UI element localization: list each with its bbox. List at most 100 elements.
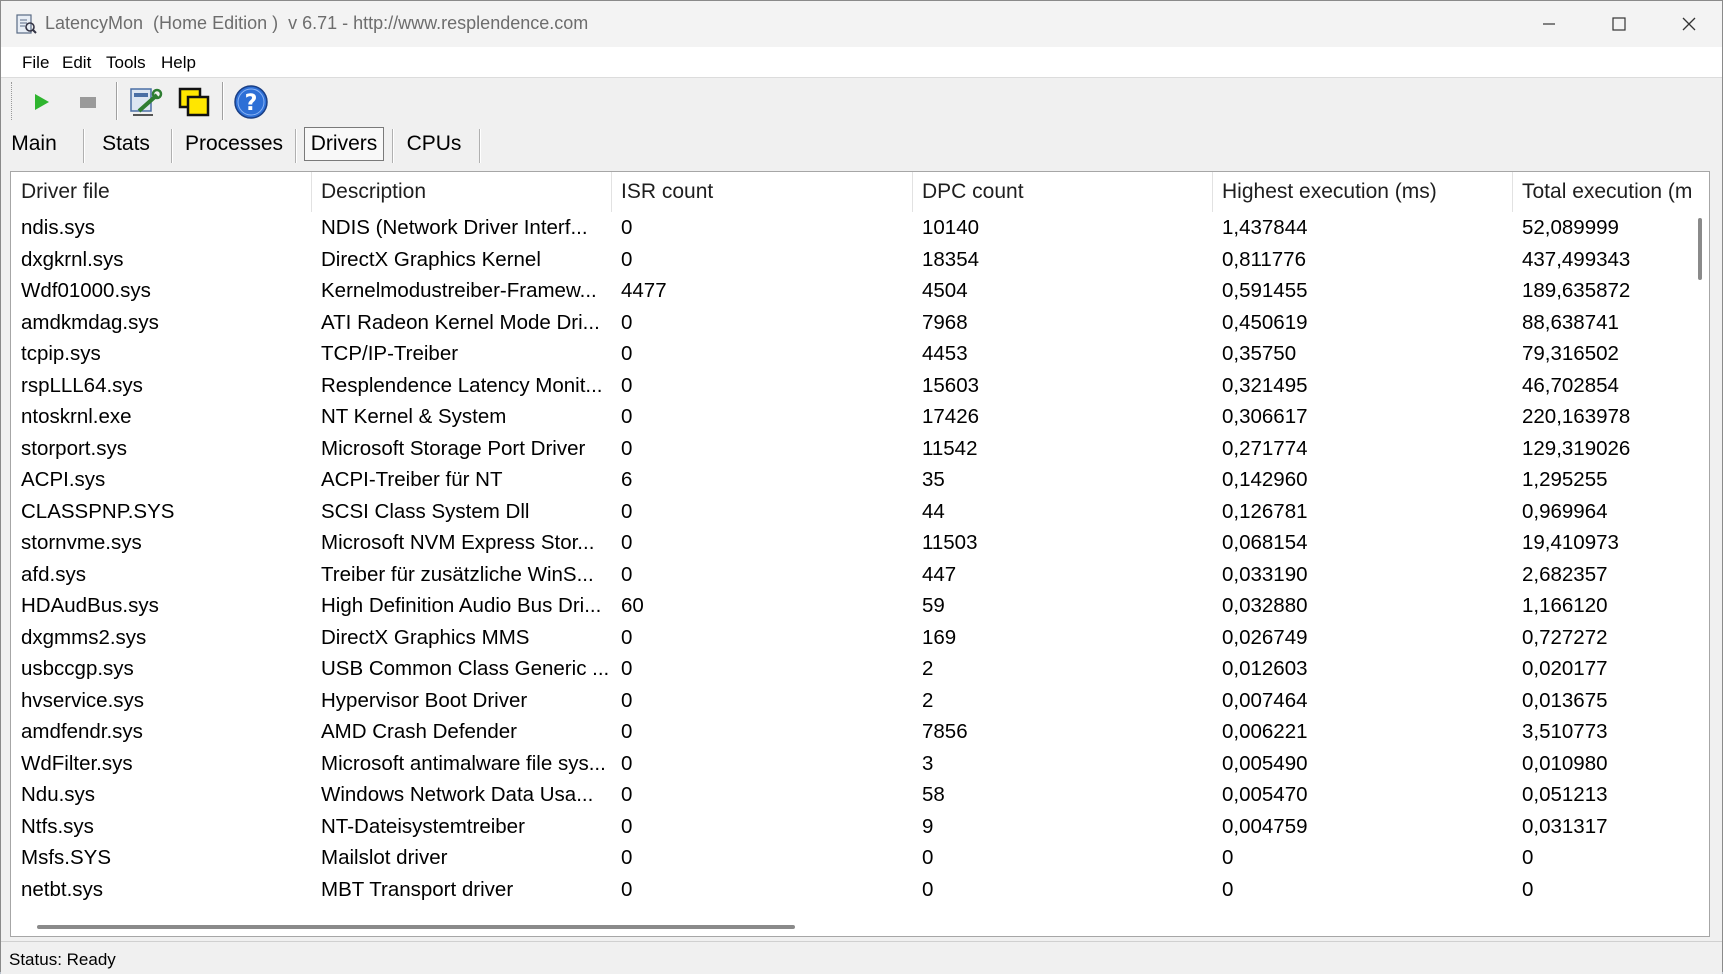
cell-driver-file: hvservice.sys — [21, 688, 145, 712]
cell-dpc-count: 10140 — [922, 216, 980, 239]
cell-total-execution: 189,635872 — [1522, 279, 1631, 302]
table-row[interactable]: Ndu.sys Windows Network Data Usa... 0 58 0,0… — [11, 779, 1691, 811]
menu-edit[interactable]: Edit — [62, 53, 91, 73]
cell-description: Treiber für zusätzliche WinS... — [321, 562, 594, 586]
column-header-isr-count[interactable]: ISR count — [611, 172, 912, 212]
cell-isr-count: 0 — [621, 562, 633, 586]
cell-highest-execution: 0,004759 — [1222, 814, 1308, 838]
table-row[interactable]: ndis.sys NDIS (Network Driver Interf... 0 1… — [11, 212, 1691, 244]
cell-highest-execution: 0,271774 — [1222, 436, 1308, 460]
table-row[interactable]: Msfs.SYS Mailslot driver 0 0 0 0 — [11, 842, 1691, 874]
table-body: ndis.sys NDIS (Network Driver Interf... 0 1… — [11, 212, 1691, 905]
close-button[interactable] — [1654, 1, 1723, 47]
cell-dpc-count: 4504 — [922, 279, 968, 302]
horizontal-scrollbar[interactable] — [11, 918, 1709, 936]
menu-help[interactable]: Help — [161, 53, 196, 73]
cell-description: Microsoft NVM Express Stor... — [321, 531, 595, 554]
table-row[interactable]: stornvme.sys Microsoft NVM Express Stor..… — [11, 527, 1691, 559]
menu-tools[interactable]: Tools — [106, 53, 146, 73]
tab-separator — [171, 129, 173, 163]
table-row[interactable]: usbccgp.sys USB Common Class Generic ... 0… — [11, 653, 1691, 685]
menu-file[interactable]: File — [22, 53, 49, 73]
tab-processes[interactable]: Processes — [185, 127, 283, 161]
table-row[interactable]: Wdf01000.sys Kernelmodustreiber-Framew...… — [11, 275, 1691, 307]
minimize-icon — [1543, 23, 1555, 25]
tab-strip: Main Stats Processes Drivers CPUs — [1, 125, 1722, 165]
table-row[interactable]: storport.sys Microsoft Storage Port Drive… — [11, 433, 1691, 465]
tab-drivers[interactable]: Drivers — [304, 127, 384, 161]
cell-total-execution: 0,727272 — [1522, 625, 1608, 649]
cell-highest-execution: 0,35750 — [1222, 342, 1297, 365]
cell-description: Resplendence Latency Monit... — [321, 373, 603, 397]
cell-description: USB Common Class Generic ... — [321, 657, 610, 680]
table-row[interactable]: amdfendr.sys AMD Crash Defender 0 7856 0,006… — [11, 716, 1691, 748]
cell-description: DirectX Graphics MMS — [321, 625, 530, 649]
table-row[interactable]: dxgmms2.sys DirectX Graphics MMS 0 169 0,026… — [11, 622, 1691, 654]
cell-dpc-count: 0 — [922, 877, 934, 901]
table-row[interactable]: hvservice.sys Hypervisor Boot Driver 0 2 0,0… — [11, 685, 1691, 717]
table-row[interactable]: amdkmdag.sys ATI Radeon Kernel Mode Dri..… — [11, 307, 1691, 339]
cell-driver-file: ndis.sys — [21, 216, 96, 239]
table-row[interactable]: dxgkrnl.sys DirectX Graphics Kernel 0 18354… — [11, 244, 1691, 276]
table-header: Driver file Description ISR count DPC co… — [11, 172, 1709, 212]
vertical-scrollbar[interactable] — [1691, 212, 1709, 920]
cell-driver-file: WdFilter.sys — [21, 751, 133, 775]
help-button[interactable]: ? — [231, 83, 271, 121]
cell-total-execution: 0 — [1522, 877, 1534, 901]
help-icon: ? — [234, 85, 268, 119]
table-row[interactable]: Ntfs.sys NT-Dateisystemtreiber 0 9 0,004759 0… — [11, 811, 1691, 843]
cell-description: Microsoft antimalware file sys... — [321, 751, 606, 775]
cell-isr-count: 0 — [621, 783, 633, 806]
cell-total-execution: 220,163978 — [1522, 405, 1631, 428]
cell-isr-count: 0 — [621, 499, 633, 523]
maximize-button[interactable] — [1584, 1, 1654, 47]
table-row[interactable]: ntoskrnl.exe NT Kernel & System 0 17426 0,30… — [11, 401, 1691, 433]
tab-separator — [479, 129, 481, 163]
cell-driver-file: tcpip.sys — [21, 342, 101, 365]
windows-button[interactable] — [174, 83, 214, 121]
cell-dpc-count: 7968 — [922, 310, 968, 334]
cell-total-execution: 1,295255 — [1522, 468, 1608, 491]
horizontal-scroll-thumb[interactable] — [37, 925, 795, 929]
svg-text:?: ? — [245, 91, 258, 116]
table-row[interactable]: CLASSPNP.SYS SCSI Class System Dll 0 44 0,12… — [11, 496, 1691, 528]
cell-description: Hypervisor Boot Driver — [321, 688, 528, 712]
table-row[interactable]: rspLLL64.sys Resplendence Latency Monit..… — [11, 370, 1691, 402]
cell-isr-count: 0 — [621, 373, 633, 397]
tab-stats[interactable]: Stats — [97, 127, 155, 161]
configure-button[interactable] — [125, 83, 165, 121]
table-row[interactable]: WdFilter.sys Microsoft antimalware file s… — [11, 748, 1691, 780]
cell-description: ACPI-Treiber für NT — [321, 468, 503, 491]
cell-isr-count: 0 — [621, 216, 633, 239]
cell-driver-file: Ndu.sys — [21, 783, 96, 806]
table-row[interactable]: tcpip.sys TCP/IP-Treiber 0 4453 0,35750 79,31… — [11, 338, 1691, 370]
cell-isr-count: 0 — [621, 436, 633, 460]
cell-total-execution: 0 — [1522, 846, 1534, 869]
stop-button[interactable] — [68, 83, 108, 121]
table-row[interactable]: HDAudBus.sys High Definition Audio Bus Dr… — [11, 590, 1691, 622]
cell-dpc-count: 4453 — [922, 342, 968, 365]
cell-total-execution: 3,510773 — [1522, 720, 1608, 743]
column-header-dpc-count[interactable]: DPC count — [912, 172, 1212, 212]
column-header-description[interactable]: Description — [311, 172, 611, 212]
table-row[interactable]: afd.sys Treiber für zusätzliche WinS... 0 4… — [11, 559, 1691, 591]
drivers-table[interactable]: Driver file Description ISR count DPC co… — [10, 171, 1710, 937]
start-button[interactable] — [21, 83, 61, 121]
table-row[interactable]: netbt.sys MBT Transport driver 0 0 0 0 — [11, 874, 1691, 906]
column-header-total-execution[interactable]: Total execution (m — [1512, 172, 1692, 212]
column-header-highest-execution[interactable]: Highest execution (ms) — [1212, 172, 1512, 212]
minimize-button[interactable] — [1514, 1, 1584, 47]
tab-main[interactable]: Main — [9, 127, 59, 161]
maximize-icon — [1612, 17, 1626, 31]
cell-highest-execution: 1,437844 — [1222, 216, 1308, 239]
cell-dpc-count: 2 — [922, 688, 934, 712]
column-header-driver-file[interactable]: Driver file — [11, 172, 311, 212]
cell-total-execution: 46,702854 — [1522, 373, 1619, 397]
toolbar-separator — [116, 82, 118, 120]
cell-dpc-count: 17426 — [922, 405, 980, 428]
tab-cpus[interactable]: CPUs — [403, 127, 465, 161]
vertical-scroll-thumb[interactable] — [1698, 218, 1702, 280]
table-row[interactable]: ACPI.sys ACPI-Treiber für NT 6 35 0,142960 1,… — [11, 464, 1691, 496]
cell-dpc-count: 9 — [922, 814, 934, 838]
cell-total-execution: 52,089999 — [1522, 216, 1619, 239]
